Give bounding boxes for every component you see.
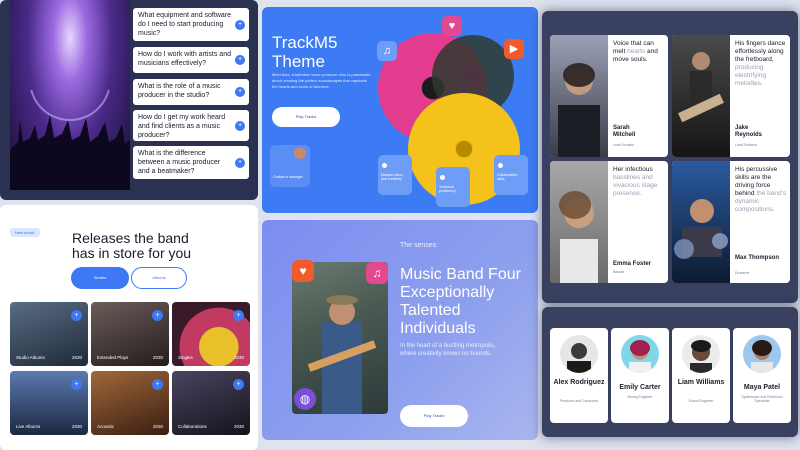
member-name: Emily Carter: [619, 384, 661, 391]
member-name: Emma Foster: [613, 261, 652, 267]
crowd-silhouette: [10, 90, 130, 190]
theme-panel: TrackM5 Theme Meet Alex, a talented music…: [262, 7, 538, 213]
faq-question: What is the difference between a music p…: [138, 150, 221, 175]
release-card[interactable]: + Studio Albums 2030: [10, 302, 88, 366]
plus-icon[interactable]: +: [235, 87, 245, 97]
member-quote: His percussive skills are the driving fo…: [735, 166, 787, 213]
heart-icon[interactable]: ♥: [442, 16, 462, 36]
senses-body: In the heart of a bustling metropolis, w…: [400, 343, 496, 357]
faq-item[interactable]: What equipment and software do I need to…: [133, 8, 249, 41]
senses-heading: Music Band Four Exceptionally Talented I…: [400, 266, 521, 337]
release-card[interactable]: + Collaborations 2030: [172, 371, 250, 435]
plus-icon[interactable]: +: [235, 120, 245, 131]
member-quote: His fingers dance effortlessly along the…: [735, 40, 786, 87]
team-panel: Voice that can melt hearts and move soul…: [542, 11, 798, 303]
faq-question: What is the role of a music producer in …: [138, 83, 221, 99]
theme-description: Meet Alex, a talented music producer who…: [272, 72, 371, 89]
avatar: [682, 335, 720, 373]
member-role: Sound Engineer: [688, 399, 714, 403]
plus-icon[interactable]: +: [235, 157, 245, 168]
music-note-icon[interactable]: ♫: [366, 262, 388, 284]
play-tracks-button[interactable]: Play Tracks: [272, 107, 340, 127]
member-quote: Her infectious basslines and vivacious s…: [613, 166, 658, 197]
member-name: Sarah Mitchell: [613, 125, 636, 138]
releases-panel: New music Releases the band has in store …: [0, 205, 258, 450]
plus-icon[interactable]: +: [233, 310, 244, 321]
heart-icon[interactable]: ♥: [292, 260, 314, 282]
member-role: Lead Vocalist: [613, 143, 634, 147]
stories-button[interactable]: Stories: [71, 267, 129, 289]
contact-manager-chip[interactable]: Contact a manager: [270, 145, 310, 187]
releases-heading: Releases the band has in store for you: [72, 230, 192, 261]
faq-item[interactable]: How do I get my work heard and find clie…: [133, 110, 249, 141]
faq-panel: What equipment and software do I need to…: [0, 0, 258, 200]
team-card[interactable]: His fingers dance effortlessly along the…: [672, 35, 790, 157]
member-name: Maya Patel: [743, 384, 781, 391]
faq-item[interactable]: What is the difference between a music p…: [133, 146, 249, 179]
member-role: Drummer: [735, 271, 750, 275]
plus-icon[interactable]: +: [152, 310, 163, 321]
member-name: Jake Reynolds: [735, 125, 763, 138]
music-note-icon[interactable]: ♫: [377, 41, 397, 61]
manager-avatar: [294, 147, 306, 159]
member-photo: [672, 35, 730, 157]
plus-icon[interactable]: +: [235, 55, 245, 65]
member-photo: [550, 161, 608, 283]
member-role: Lead Guitarist: [735, 143, 757, 147]
play-tracks-button[interactable]: Play Tracks: [400, 405, 468, 427]
avatar: [560, 335, 598, 373]
faq-question: How do I work with artists and musicians…: [138, 51, 231, 67]
team-card[interactable]: Her infectious basslines and vivacious s…: [550, 161, 668, 283]
member-card[interactable]: Alex Rodriguez Producer and Composer: [550, 328, 608, 423]
release-card[interactable]: + Singles 2030: [172, 302, 250, 366]
avatar: [621, 335, 659, 373]
member-card[interactable]: Emily Carter Mixing Engineer: [611, 328, 669, 423]
theme-title: TrackM5 Theme: [272, 33, 338, 71]
faq-question: What equipment and software do I need to…: [138, 12, 231, 37]
concert-image: [10, 0, 130, 190]
skill-chip: Musical vision and creativity: [378, 155, 412, 195]
play-icon[interactable]: ▶: [504, 39, 524, 59]
plus-icon[interactable]: +: [71, 310, 82, 321]
member-role: Bassist: [613, 270, 625, 274]
faq-item[interactable]: What is the role of a music producer in …: [133, 79, 249, 105]
release-card[interactable]: + Extended Plays 2030: [91, 302, 169, 366]
albums-button[interactable]: Albums: [131, 267, 187, 289]
member-photo: [550, 35, 608, 157]
member-card[interactable]: Liam Williams Sound Engineer: [672, 328, 730, 423]
team-card[interactable]: Voice that can melt hearts and move soul…: [550, 35, 668, 157]
skill-chip: Technical proficiency: [436, 167, 470, 207]
faq-question: How do I get my work heard and find clie…: [138, 114, 226, 139]
plus-icon[interactable]: +: [235, 19, 245, 30]
team-card[interactable]: His percussive skills are the driving fo…: [672, 161, 790, 283]
member-name: Max Thompson: [735, 255, 780, 261]
member-name: Alex Rodriguez: [553, 379, 605, 386]
plus-icon[interactable]: +: [233, 379, 244, 390]
member-card[interactable]: Maya Patel Synthesizer and Electronic Sp…: [733, 328, 791, 423]
faq-item[interactable]: How do I work with artists and musicians…: [133, 47, 249, 73]
avatar: [743, 335, 781, 373]
new-music-badge: New music: [10, 228, 40, 237]
member-photo: [672, 161, 730, 283]
plus-icon[interactable]: +: [152, 379, 163, 390]
member-quote: Voice that can melt hearts and move soul…: [613, 40, 658, 63]
member-name: Liam Williams: [677, 379, 725, 386]
members-panel: Alex Rodriguez Producer and Composer Emi…: [542, 307, 798, 437]
member-role: Producer and Composer: [559, 399, 599, 403]
release-card[interactable]: + Live Albums 2030: [10, 371, 88, 435]
globe-icon[interactable]: ◍: [294, 388, 316, 410]
senses-eyebrow: The senses: [400, 242, 437, 249]
plus-icon[interactable]: +: [71, 379, 82, 390]
release-card[interactable]: + Acoustic 2030: [91, 371, 169, 435]
member-role: Synthesizer and Electronic Specialist: [741, 395, 783, 403]
skill-chip: Collaboration skills: [494, 155, 528, 195]
senses-panel: ♥ ♫ ◍ The senses Music Band Four Excepti…: [262, 220, 538, 440]
member-role: Mixing Engineer: [627, 395, 653, 399]
